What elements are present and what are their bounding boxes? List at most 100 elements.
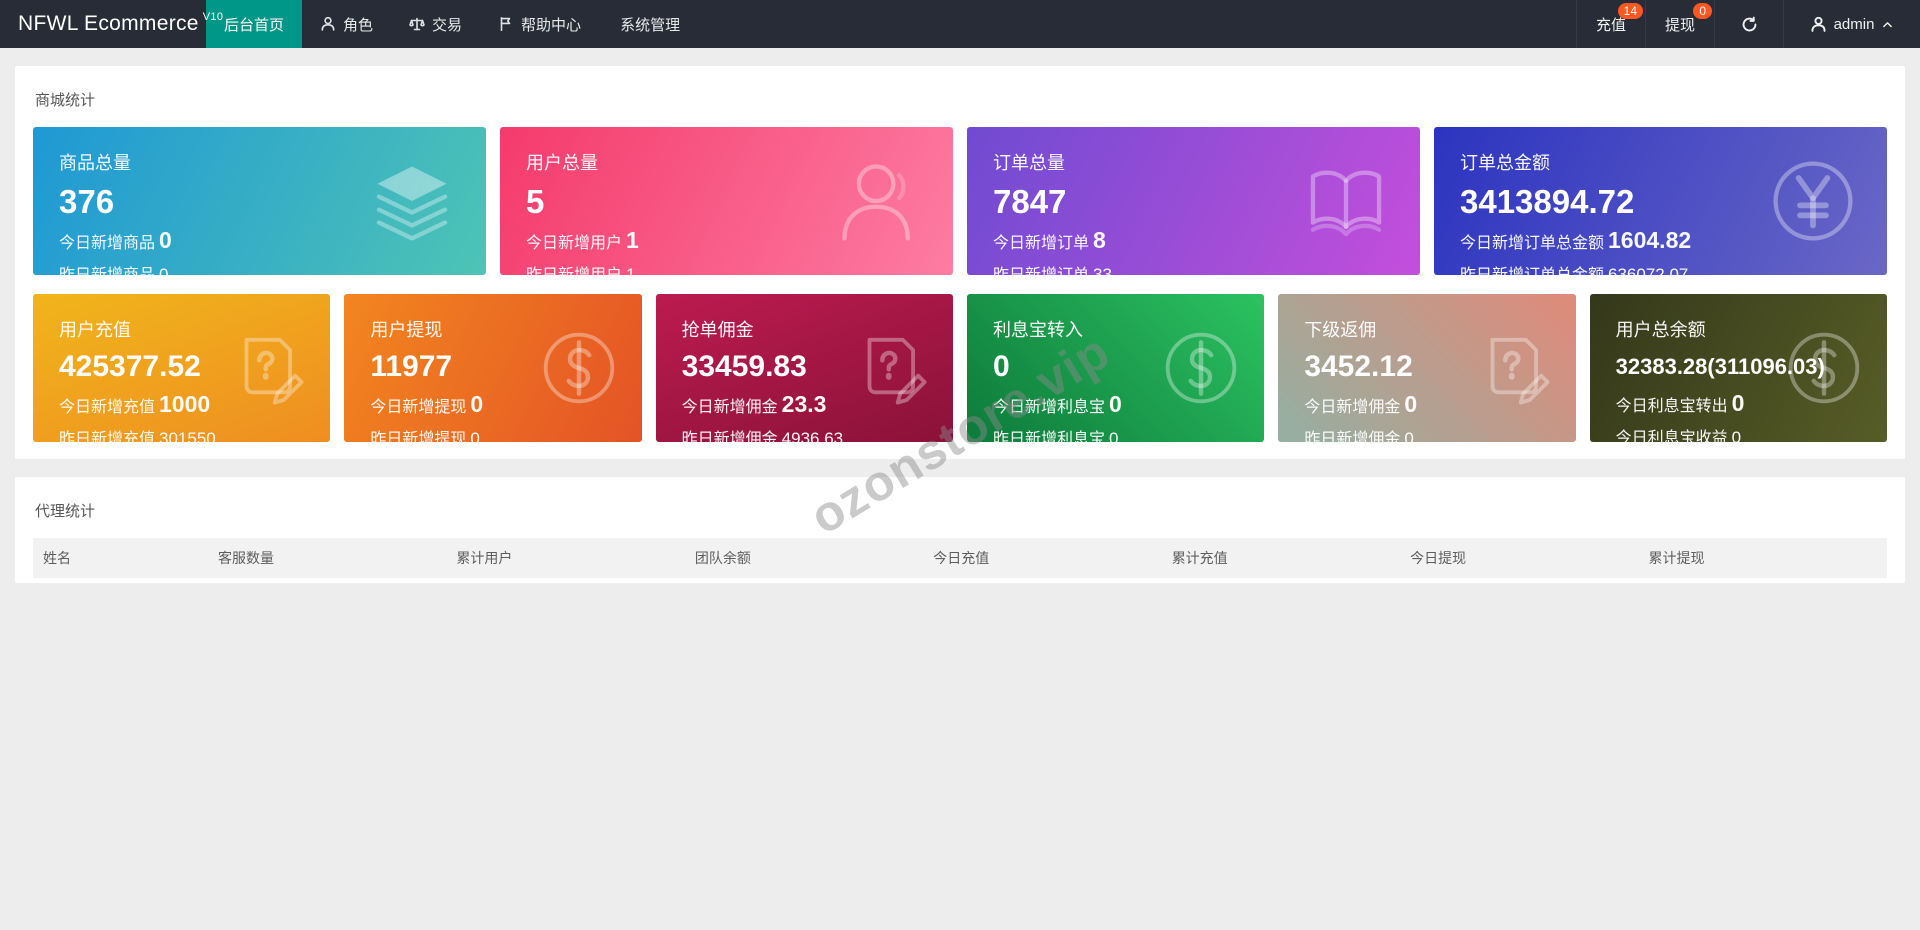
stat-card: 订单总金额 3413894.72 今日新增订单总金额1604.82 昨日新增订单总金额… (1434, 127, 1887, 275)
nav-item-transactions[interactable]: 交易 (391, 0, 480, 48)
column-header: 姓名 (43, 550, 71, 566)
stat-card: 抢单佣金 33459.83 今日新增佣金 23.3 昨日新增佣金 4936.63 (655, 294, 953, 442)
stat-card-value: 3452.12 (1304, 350, 1413, 383)
user-icon (833, 155, 925, 247)
stat-card-title: 利息宝转入 (992, 320, 1083, 340)
app-logo-version: V10 (202, 11, 224, 23)
file-question-icon (226, 327, 308, 409)
nav-item-roles[interactable]: 角色 (302, 0, 391, 48)
stat-card-value: 425377.52 (59, 350, 201, 383)
admin-menu[interactable]: admin (1783, 0, 1920, 48)
stat-card: 用户总量5今日新增用户1昨日新增用户1 (500, 127, 953, 275)
nav-item-label: 系统管理 (620, 16, 681, 34)
recharge-nav-item[interactable]: 充值 14 (1576, 0, 1645, 48)
admin-username: admin (1833, 15, 1875, 33)
stat-line-value: 0 (1731, 428, 1742, 442)
withdraw-nav-item[interactable]: 提现 0 (1645, 0, 1714, 48)
stat-line-value: 0 (1109, 429, 1119, 442)
stat-card-value: 5 (526, 183, 545, 220)
app-logo-text: NFWL Ecommerce (18, 12, 199, 35)
stat-line-label: 昨日新增用户 (526, 267, 622, 275)
stat-line-label: 今日新增用户 (526, 235, 623, 252)
dollar-circle-icon (538, 327, 620, 409)
stat-line-label: 昨日新增商品 (59, 267, 155, 275)
stat-card: 下级返佣 3452.12 今日新增佣金 0 昨日新增佣金 0 (1278, 294, 1576, 442)
dollar-circle-icon (1783, 327, 1865, 409)
stat-line-value: 0 (159, 227, 172, 253)
stat-card-title: 下级返佣 (1304, 320, 1377, 340)
stat-line-label: 昨日新增充值 (59, 431, 156, 442)
stat-line-value: 0 (1404, 429, 1414, 442)
chevron-up-icon (1881, 18, 1894, 31)
stat-line-value: 1 (626, 227, 639, 253)
stat-line-value: 4936.63 (781, 429, 844, 442)
stat-line-label: 今日新增佣金 (681, 399, 778, 416)
stat-line-label: 今日利息宝收益 (1615, 430, 1728, 442)
stat-card-value: 33459.83 (681, 350, 807, 383)
stat-line-label: 今日新增佣金 (1304, 399, 1401, 416)
person-icon (1810, 16, 1827, 33)
nav-item-help-center[interactable]: 帮助中心 (480, 0, 599, 48)
stat-line-label: 昨日新增订单总金额 (1460, 267, 1604, 275)
stat-card-title: 用户总量 (526, 153, 598, 173)
stat-card-value: 11977 (370, 350, 453, 383)
stat-line-value: 23.3 (781, 391, 827, 417)
file-question-icon (1472, 327, 1554, 409)
stat-line-value: 0 (1109, 391, 1122, 417)
stat-line-label: 昨日新增提现 (370, 431, 467, 442)
stat-card: 用户充值 425377.52 今日新增充值 1000 昨日新增充值 301550 (33, 294, 331, 442)
nav-item-label: 后台首页 (224, 16, 285, 34)
recharge-badge: 14 (1617, 3, 1643, 19)
column-header: 今日充值 (933, 550, 990, 566)
stat-card-value: 7847 (993, 183, 1067, 220)
stat-card-title: 订单总量 (993, 153, 1065, 173)
stat-card-value: 32383.28(311096.03) (1615, 354, 1825, 379)
nav-item-dashboard[interactable]: 后台首页 (206, 0, 303, 48)
person-icon (320, 16, 336, 32)
file-question-icon (849, 327, 931, 409)
stat-line-value: 301550 (159, 429, 216, 442)
nav-item-system[interactable]: 系统管理 (599, 0, 701, 48)
agent-stats-title: 代理统计 (35, 503, 96, 520)
stat-line-value: 1604.82 (1608, 227, 1692, 253)
stat-line-label: 今日新增充值 (59, 399, 156, 416)
stat-line-label: 昨日新增订单 (993, 267, 1089, 275)
agent-stats-panel: 代理统计 姓名 客服数量 累计用户 团队余额 今日充值 累计充值 今日提现 累计… (15, 477, 1905, 583)
book-icon (1300, 155, 1392, 247)
withdraw-badge: 0 (1693, 3, 1712, 19)
stat-line-value: 33 (1093, 265, 1112, 275)
stat-card: 订单总量 7847 今日新增订单8 昨日新增订单 33 (967, 127, 1420, 275)
layers-icon (366, 155, 458, 247)
stat-line-value: 8 (1093, 227, 1106, 253)
stat-line-label: 今日新增商品 (59, 235, 156, 252)
nav-item-label: 交易 (432, 16, 463, 34)
stat-card: 用户总余额 32383.28(311096.03) 今日利息宝转出 0 今日利息宝收益 0 (1589, 294, 1887, 442)
column-header: 团队余额 (694, 550, 751, 566)
stat-cards-row-1: 商品总量376今日新增商品0昨日新增商品0用户总量5今日新增用户1昨日新增用户1… (33, 127, 1887, 275)
stat-card-title: 商品总量 (59, 153, 131, 173)
refresh-button[interactable] (1714, 0, 1783, 48)
stat-line-label: 今日新增订单总金额 (1460, 235, 1605, 252)
agent-table-header: 姓名 客服数量 累计用户 团队余额 今日充值 累计充值 今日提现 累计提现 (33, 538, 1887, 578)
stat-line-value: 0 (1404, 391, 1418, 417)
stat-line-label: 今日利息宝转出 (1615, 398, 1728, 415)
column-header: 客服数量 (218, 550, 274, 566)
column-header: 累计充值 (1171, 550, 1228, 566)
navbar-right: 充值 14 提现 0 admin (1576, 0, 1920, 48)
main-menu: 后台首页 角色 交易 帮助中心 系统管理 (206, 0, 701, 48)
stat-line-label: 今日新增提现 (370, 399, 467, 416)
withdraw-label: 提现 (1664, 16, 1695, 34)
stat-card-value: 3413894.72 (1460, 183, 1635, 220)
stat-line-label: 昨日新增佣金 (1304, 431, 1401, 442)
stat-line-value: 0 (159, 265, 169, 275)
stat-card-title: 用户总余额 (1615, 320, 1706, 340)
stat-line-value: 0 (1731, 390, 1745, 416)
scales-icon (409, 16, 425, 32)
stat-cards-row-2: 用户充值 425377.52 今日新增充值 1000 昨日新增充值 301550 用户提现 1… (33, 294, 1887, 442)
refresh-icon (1741, 16, 1758, 33)
stat-card: 用户提现 11977 今日新增提现 0 昨日新增提现 0 (344, 294, 642, 442)
stat-card-title: 用户充值 (59, 320, 131, 340)
app-logo: NFWL Ecommerce V10 (0, 0, 223, 48)
stat-card-title: 抢单佣金 (681, 320, 754, 340)
stat-card-title: 订单总金额 (1460, 153, 1550, 173)
